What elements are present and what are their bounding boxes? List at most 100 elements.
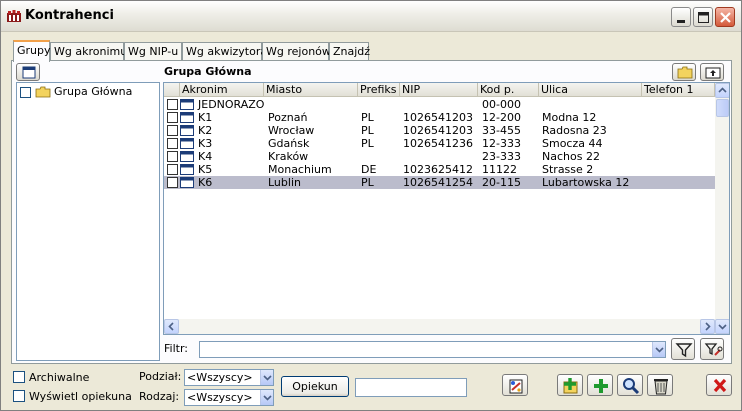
cell-ulica: Radosna 23 [542, 124, 607, 137]
table-row[interactable]: K5 Monachium DE 1023625412 11122 Strasse 2 [164, 163, 715, 176]
rodzaj-label: Rodzaj: [139, 390, 180, 403]
cell-miasto [266, 98, 358, 111]
row-checkbox[interactable] [167, 164, 178, 175]
row-checkbox[interactable] [167, 112, 178, 123]
maximize-icon [698, 12, 709, 23]
table-row[interactable]: K4 Kraków 23-333 Nachos 22 [164, 150, 715, 163]
cell-ulica: Lubartowska 12 [542, 176, 630, 189]
filter-dropdown-arrow[interactable] [652, 342, 665, 357]
app-icon [7, 10, 21, 22]
podzial-select[interactable]: <Wszyscy> [184, 369, 274, 386]
rodzaj-select[interactable]: <Wszyscy> [184, 389, 274, 406]
tree-view-button[interactable] [16, 63, 40, 81]
cell-telefon [643, 98, 715, 111]
folder-up-button[interactable] [700, 63, 724, 81]
cell-kod: 23-333 [482, 150, 521, 163]
folder-up-icon [705, 67, 721, 79]
chevron-up-icon [718, 87, 727, 93]
header-ulica[interactable]: Ulica [539, 83, 642, 97]
close-window-button[interactable] [715, 7, 735, 27]
cell-kod: 33-455 [482, 124, 521, 137]
cell-nip: 1026541254 [403, 176, 473, 189]
maximize-button[interactable] [693, 7, 713, 27]
add-document-icon [563, 378, 578, 394]
contractor-card-icon [180, 99, 194, 110]
tree-item-grupa-glowna[interactable]: Grupa Główna [20, 85, 132, 99]
tree-item-checkbox[interactable] [20, 86, 31, 98]
group-title: Grupa Główna [164, 65, 252, 78]
rodzaj-dropdown-arrow[interactable] [260, 390, 273, 405]
vertical-scrollbar[interactable] [715, 83, 729, 334]
minimize-button[interactable] [671, 7, 691, 27]
archiwalne-checkbox[interactable] [13, 371, 25, 383]
cell-miasto: Kraków [268, 150, 309, 163]
header-telefon[interactable]: Telefon 1 [642, 83, 715, 97]
row-checkbox[interactable] [167, 151, 178, 162]
title-bar: Kontrahenci [1, 1, 741, 32]
search-button[interactable] [617, 374, 643, 396]
window-icon [22, 66, 36, 79]
scroll-left-button[interactable] [164, 319, 179, 334]
row-checkbox[interactable] [167, 125, 178, 136]
cell-prefiks [359, 150, 400, 163]
cell-prefiks: PL [361, 111, 374, 124]
table-row[interactable]: K1 Poznań PL 1026541203 12-200 Modna 12 [164, 111, 715, 124]
header-nip[interactable]: NIP [400, 83, 478, 97]
header-miasto[interactable]: Miasto [264, 83, 358, 97]
filter-combo[interactable] [199, 341, 666, 358]
scroll-right-button[interactable] [700, 319, 715, 334]
cell-ulica [540, 98, 642, 111]
special-action-button[interactable] [502, 374, 528, 396]
header-prefiks[interactable]: Prefiks [358, 83, 400, 97]
folder-button[interactable] [672, 63, 696, 81]
opiekun-field[interactable] [355, 378, 467, 397]
contractor-card-icon [180, 112, 194, 123]
chevron-down-icon [263, 375, 272, 381]
folder-icon [35, 86, 50, 98]
table-row[interactable]: JEDNORAZOWY 00-000 [164, 98, 715, 111]
header-kod[interactable]: Kod p. [478, 83, 539, 97]
minimize-icon [677, 20, 685, 23]
cell-telefon [643, 163, 715, 176]
header-akronim[interactable]: Akronim [180, 83, 264, 97]
cell-ulica: Strasse 2 [542, 163, 594, 176]
cell-miasto: Poznań [268, 111, 308, 124]
archiwalne-label: Archiwalne [29, 371, 90, 384]
cell-kod: 11122 [482, 163, 517, 176]
tab-wg-akronimu[interactable]: Wg akronimu [50, 42, 127, 61]
cell-telefon [643, 176, 715, 189]
close-button[interactable] [706, 374, 732, 396]
tab-wg-akwizytora[interactable]: Wg akwizytora [182, 42, 267, 61]
opiekun-button[interactable]: Opiekun [281, 376, 349, 397]
wyswietl-opiekuna-checkbox[interactable] [13, 390, 25, 402]
cell-akronim: K1 [198, 111, 213, 124]
podzial-dropdown-arrow[interactable] [260, 370, 273, 385]
tab-wg-nip[interactable]: Wg NIP-u [124, 42, 182, 61]
cell-prefiks: PL [361, 137, 374, 150]
add-button[interactable] [587, 374, 613, 396]
tab-wg-rejonow[interactable]: Wg rejonów [262, 42, 331, 61]
table-row[interactable]: K3 Gdańsk PL 1026541236 12-333 Smocza 44 [164, 137, 715, 150]
podzial-label: Podział: [139, 370, 182, 383]
delete-button[interactable] [647, 374, 673, 396]
horizontal-scrollbar[interactable] [164, 319, 715, 334]
tab-znajdz[interactable]: Znajdź [329, 42, 370, 61]
cell-ulica: Nachos 22 [542, 150, 600, 163]
scroll-down-button[interactable] [715, 319, 729, 334]
cell-miasto: Gdańsk [268, 137, 310, 150]
table-row[interactable]: K2 Wrocław PL 1026541203 33-455 Radosna 23 [164, 124, 715, 137]
cell-miasto: Monachium [268, 163, 332, 176]
window-title: Kontrahenci [25, 8, 114, 23]
tab-grupy[interactable]: Grupy [13, 40, 51, 62]
row-checkbox[interactable] [167, 99, 178, 110]
row-checkbox[interactable] [167, 177, 178, 188]
filter-button[interactable] [671, 338, 695, 360]
cell-prefiks: PL [361, 124, 374, 137]
scroll-up-button[interactable] [715, 83, 729, 98]
filter-settings-button[interactable] [700, 338, 724, 360]
add-from-template-button[interactable] [557, 374, 583, 396]
header-corner [164, 83, 180, 97]
vertical-scroll-thumb[interactable] [716, 99, 729, 117]
table-row[interactable]: K6 Lublin PL 1026541254 20-115 Lubartowska 12 [164, 176, 715, 189]
row-checkbox[interactable] [167, 138, 178, 149]
